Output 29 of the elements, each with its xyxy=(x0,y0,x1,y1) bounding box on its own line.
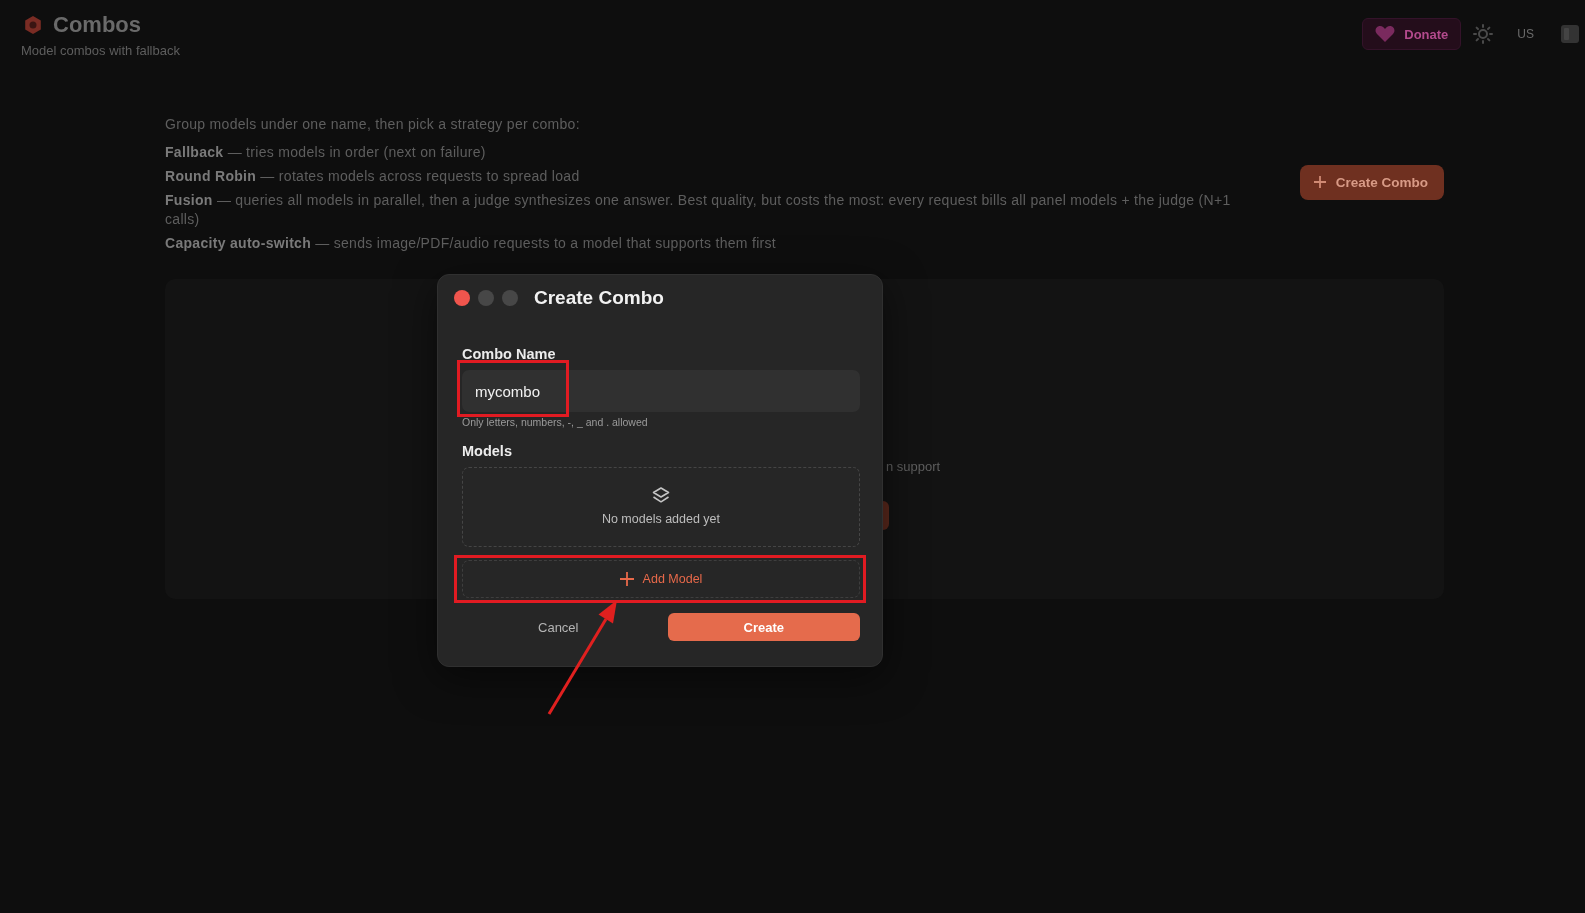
button-edge xyxy=(883,501,889,530)
sun-icon[interactable] xyxy=(1473,24,1494,44)
empty-state-text: n support xyxy=(886,459,941,475)
strategy-description: Capacity auto-switch — sends image/PDF/audio requests to a model that supports them first xyxy=(165,234,778,253)
strategy-description: Fusion — queries all models in parallel, then a judge synthesizes one answer. Best quality, but costs the most: every request bills all panel models + the judge (N+1 calls) xyxy=(165,191,1232,229)
create-button[interactable]: Create xyxy=(667,613,860,641)
strategy-description: Round Robin — rotates models across requests to spread load xyxy=(165,167,581,186)
empty-models-text: No models added yet xyxy=(601,512,721,527)
create-combo-button[interactable]: Create Combo xyxy=(1299,164,1444,200)
window-control-button[interactable] xyxy=(454,289,470,306)
sidebar-icon[interactable] xyxy=(1560,24,1580,44)
field-label: Combo Name xyxy=(462,345,557,363)
language-button[interactable]: US xyxy=(1517,27,1534,41)
layers-icon xyxy=(652,487,670,503)
heart-icon xyxy=(1375,25,1396,43)
page-subtitle: Model combos with fallback xyxy=(21,43,180,59)
donate-button[interactable]: Donate xyxy=(1362,18,1462,50)
dialog-title: Create Combo xyxy=(534,286,664,309)
combo-name-field[interactable]: mycombo xyxy=(462,370,860,412)
strategy-description: Fallback — tries models in order (next on failure) xyxy=(165,143,487,162)
logo-icon xyxy=(23,15,43,35)
intro-text: Group models under one name, then pick a strategy per combo: xyxy=(165,115,581,134)
field-hint: Only letters, numbers, -, _ and . allowed xyxy=(462,415,649,429)
cancel-button[interactable]: Cancel xyxy=(534,613,583,641)
add-model-button[interactable]: Add Model xyxy=(462,560,860,598)
plus-icon xyxy=(619,572,634,586)
page-title: Combos xyxy=(53,12,141,38)
plus-icon xyxy=(1313,176,1326,188)
section-label: Models xyxy=(462,442,513,460)
